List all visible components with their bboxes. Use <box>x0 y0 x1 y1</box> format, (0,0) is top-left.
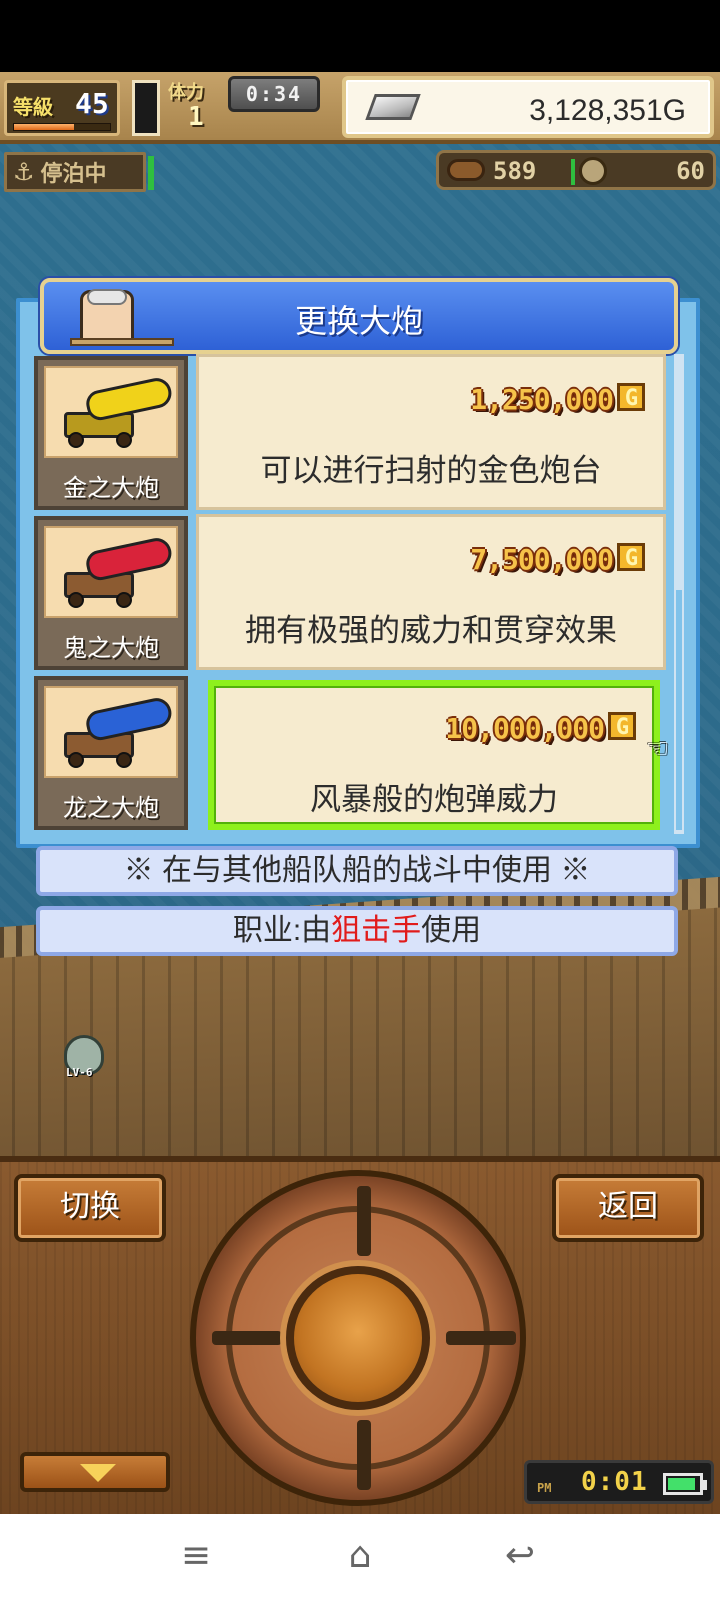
cannon-info[interactable]: 1,250,000 G 可以进行扫射的金色炮台 <box>196 354 666 510</box>
game-clock: PM 0:01 <box>524 1460 714 1504</box>
down-button[interactable] <box>20 1452 170 1492</box>
back-button[interactable]: 返回 <box>552 1174 704 1242</box>
cannon-price-value: 10,000,000 <box>445 712 605 745</box>
anchor-indicator <box>148 156 154 190</box>
cannon-list: 金之大炮 1,250,000 G 可以进行扫射的金色炮台 鬼之大炮 7,500,0… <box>32 354 672 844</box>
cannon-description: 风暴般的炮弹威力 <box>310 782 558 817</box>
dpad-right[interactable] <box>446 1331 516 1345</box>
wood-count: 589 <box>493 157 537 185</box>
job-prefix: 职业:由 <box>232 914 332 947</box>
dpad-down[interactable] <box>357 1420 371 1490</box>
cannon-wheel <box>68 592 84 608</box>
cannon-price: 10,000,000 G <box>445 712 636 745</box>
cannon-wheel <box>68 432 84 448</box>
cannon-item-gold[interactable]: 金之大炮 1,250,000 G 可以进行扫射的金色炮台 <box>32 354 672 512</box>
dialog-title: 更换大炮 <box>294 303 423 339</box>
cannon-description: 拥有极强的威力和贯穿效果 <box>245 613 617 648</box>
level-value: 45 <box>75 87 109 120</box>
cannon-info-selected[interactable]: 10,000,000 G 风暴般的炮弹威力 <box>208 680 660 830</box>
stamina-timer: 0:34 <box>228 76 320 112</box>
cannon-name: 鬼之大炮 <box>63 635 159 662</box>
anchor-status-label: 停泊中 <box>40 162 107 187</box>
cannon-price-value: 7,500,000 <box>470 543 614 576</box>
top-black-bar <box>0 0 720 72</box>
crew-level-tag: LV-6 <box>66 1066 93 1079</box>
stamina-gauge <box>132 80 160 136</box>
gold-currency-icon: G <box>608 712 636 740</box>
battery-fill <box>668 1478 695 1490</box>
menu-icon[interactable]: ≡ <box>166 1534 226 1578</box>
cannon-info[interactable]: 7,500,000 G 拥有极强的威力和贯穿效果 <box>196 514 666 670</box>
exp-fill <box>14 124 74 130</box>
usage-note: ※ 在与其他船队船的战斗中使用 ※ <box>36 846 678 896</box>
money-value: 3,128,351G <box>529 94 686 127</box>
home-icon[interactable]: ⌂ <box>330 1534 390 1578</box>
gold-currency-icon: G <box>617 543 645 571</box>
triangle-down-icon <box>80 1464 116 1482</box>
switch-button[interactable]: 切换 <box>14 1174 166 1242</box>
cannon-name: 金之大炮 <box>63 475 159 502</box>
stamina-label: 体力 <box>168 82 204 103</box>
anchor-status[interactable]: ⚓ 停泊中 <box>4 152 146 192</box>
clock-ampm: PM <box>537 1481 552 1495</box>
dpad-center-button[interactable] <box>286 1266 430 1410</box>
gold-currency-icon: G <box>617 383 645 411</box>
cannon-wheel <box>116 432 132 448</box>
coin-count: 60 <box>676 157 705 185</box>
battery-icon <box>663 1473 703 1495</box>
anchor-icon: ⚓ <box>13 158 35 186</box>
cannon-thumb[interactable]: 龙之大炮 <box>34 676 188 830</box>
back-icon[interactable]: ↩ <box>490 1534 550 1578</box>
scroll-thumb[interactable] <box>676 590 682 830</box>
exp-bar <box>13 123 111 131</box>
cannon-image <box>44 366 178 458</box>
battery-tip <box>703 1480 707 1490</box>
cannon-item-demon[interactable]: 鬼之大炮 7,500,000 G 拥有极强的威力和贯穿效果 <box>32 514 672 672</box>
cannon-wheel <box>116 592 132 608</box>
cannon-wheel <box>116 752 132 768</box>
resource-separator <box>571 159 575 185</box>
android-navbar: ≡ ⌂ ↩ <box>0 1514 720 1600</box>
cannon-description: 可以进行扫射的金色炮台 <box>260 453 602 488</box>
silver-bar-icon <box>365 94 421 120</box>
cannon-item-dragon[interactable]: 龙之大炮 10,000,000 G 风暴般的炮弹威力 <box>32 674 672 832</box>
job-class: 狙击手 <box>331 914 422 947</box>
coin-icon <box>579 157 607 185</box>
cannon-price: 1,250,000 G <box>470 383 645 416</box>
money-box: 3,128,351G <box>342 76 714 138</box>
level-label: 等級 <box>13 95 53 119</box>
resource-box: 589 60 <box>436 150 716 190</box>
clock-time: 0:01 <box>581 1467 648 1497</box>
cannon-price: 7,500,000 G <box>470 543 645 576</box>
pointing-hand-icon: ☜ <box>646 734 670 764</box>
dpad-left[interactable] <box>212 1331 282 1345</box>
cannon-price-value: 1,250,000 <box>470 383 614 416</box>
wood-icon <box>447 159 485 181</box>
dialog-header: 更换大炮 <box>40 278 678 354</box>
dpad[interactable] <box>190 1170 526 1506</box>
stamina-value: 1 <box>188 102 204 132</box>
cannon-thumb[interactable]: 鬼之大炮 <box>34 516 188 670</box>
job-suffix: 使用 <box>421 914 482 947</box>
dpad-up[interactable] <box>357 1186 371 1256</box>
cannon-wheel <box>68 752 84 768</box>
stamina-box: 体力 1 <box>166 78 230 138</box>
job-requirement: 职业:由狙击手使用 <box>36 906 678 956</box>
cannon-image <box>44 526 178 618</box>
cannon-name: 龙之大炮 <box>63 795 159 822</box>
level-box: 等級 45 <box>4 80 120 136</box>
cannon-image <box>44 686 178 778</box>
cannon-thumb[interactable]: 金之大炮 <box>34 356 188 510</box>
